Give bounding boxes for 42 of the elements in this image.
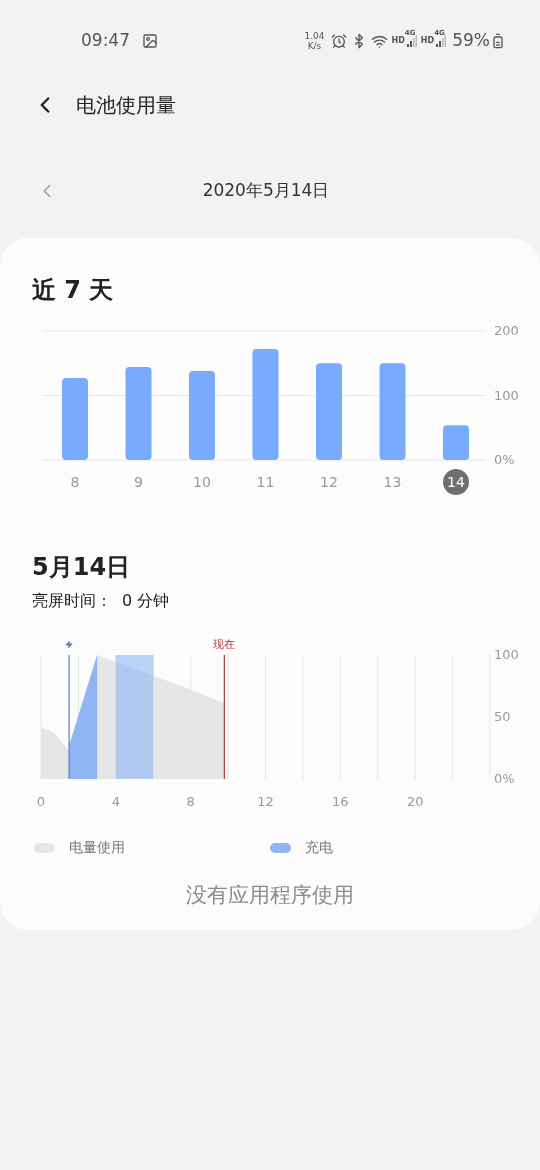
day-label[interactable]: 10 [193, 474, 211, 490]
axis-label: 0 [36, 794, 46, 809]
axis-label: 8 [186, 794, 195, 809]
empty-message: 没有应用程序使用 [185, 882, 355, 909]
legend-label: 充电 [305, 838, 333, 857]
date-label: 2020年5月14日 [201, 179, 331, 203]
day-label[interactable]: 12 [320, 474, 338, 490]
day-label[interactable]: 8 [70, 474, 80, 490]
hd-label: HD [391, 35, 405, 47]
axis-label: 4 [111, 794, 120, 809]
day-label[interactable]: 9 [134, 474, 143, 490]
image-icon [142, 33, 158, 49]
legend-label: 电量使用 [69, 838, 125, 857]
clock: 09:47 [81, 29, 130, 53]
axis-label: 100 [494, 387, 519, 403]
section-title: 5月14日 [31, 552, 132, 583]
x-tick-label: 14 [447, 474, 465, 490]
axis-label: 0% [494, 771, 515, 786]
axis-label: 20 [406, 794, 424, 809]
screen-time-label: 亮屏时间： [32, 590, 112, 612]
axis-label: 16 [332, 794, 349, 809]
lightning-icon [66, 641, 73, 648]
battery-icon [490, 33, 506, 49]
page-title: 电池使用量 [76, 92, 176, 119]
bar [443, 425, 469, 460]
now-label: 现在 [213, 638, 236, 651]
signal-icon [406, 35, 417, 47]
axis-label: 200 [494, 323, 519, 338]
screen-time-value: 0 分钟 [122, 590, 170, 612]
day-label[interactable]: 11 [256, 474, 275, 490]
battery-percent: 59% [452, 29, 490, 53]
axis-label: 0% [494, 452, 515, 467]
axis-label: 50 [494, 709, 511, 724]
network-speed: 1.04 K/s [304, 31, 325, 51]
signal-icon [436, 35, 447, 47]
section-title: 近 7 天 [31, 275, 115, 306]
axis-label: 100 [494, 647, 519, 662]
day-label[interactable]: 13 [383, 474, 402, 490]
hd-label: HD [420, 35, 435, 47]
axis-label: 12 [257, 794, 274, 809]
alarm-icon [330, 33, 347, 49]
day-label[interactable]: 14 [443, 469, 469, 495]
